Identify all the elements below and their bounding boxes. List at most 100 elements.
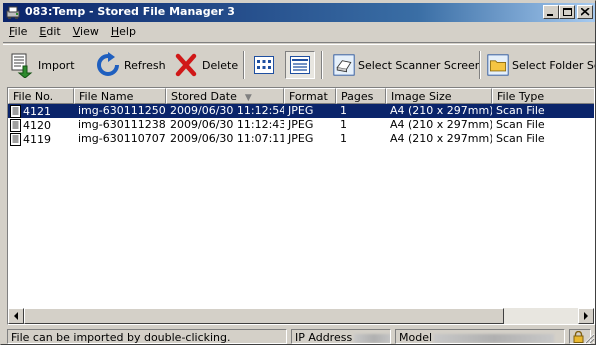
stored-date-cell: 2009/06/30 11:12:54 [170, 104, 284, 117]
file-name-cell: img-630111250 [78, 104, 166, 117]
file-no-text: 4120 [23, 118, 51, 132]
refresh-button[interactable]: Refresh [95, 50, 166, 80]
model-value-redacted [434, 333, 555, 343]
maximize-icon [563, 8, 572, 16]
menu-help-label: Help [110, 25, 136, 38]
stored-date-cell: 2009/06/30 11:07:11 [170, 132, 284, 145]
toolbar-separator [321, 51, 323, 79]
file-name-cell: img-630110707 [78, 132, 166, 145]
scanner-app-icon[interactable] [6, 5, 21, 20]
image-size-cell: A4 (210 x 297mm) [390, 132, 492, 145]
file-no-cell: 4119 [8, 132, 74, 146]
column-header-format[interactable]: Format [284, 88, 336, 104]
scroll-right-button[interactable] [578, 308, 594, 324]
column-header-image-size[interactable]: Image Size [386, 88, 492, 104]
import-icon [11, 53, 33, 78]
document-icon [10, 104, 21, 118]
select-folder-screen-button[interactable]: Select Folder Scre [487, 50, 595, 80]
column-header-file-no[interactable]: File No. [8, 88, 74, 104]
details-view-button[interactable] [285, 51, 315, 79]
file-no-cell: 4120 [8, 118, 74, 132]
status-message: File can be imported by double-clicking. [7, 329, 287, 344]
toolbar: Import Refresh Delete Select Scanner Scr… [3, 42, 595, 84]
column-header-file-name[interactable]: File Name [74, 88, 166, 104]
icon-view-button[interactable] [249, 51, 279, 79]
menu-file[interactable]: File [3, 23, 33, 41]
status-model: Model [395, 329, 565, 344]
list-rows: 4121 img-630111250 2009/06/30 11:12:54 J… [8, 104, 594, 146]
details-view-icon [290, 56, 310, 74]
menu-file-label: File [9, 25, 28, 38]
table-row[interactable]: 4120 img-630111238 2009/06/30 11:12:43 J… [8, 118, 594, 132]
pages-cell: 1 [340, 132, 347, 145]
menu-help[interactable]: Help [105, 23, 142, 41]
toolbar-separator [243, 51, 245, 79]
menu-bar: File Edit View Help [3, 23, 595, 41]
pages-cell: 1 [340, 118, 347, 131]
toolbar-separator [479, 51, 481, 79]
model-label: Model [399, 331, 433, 344]
delete-icon [175, 53, 197, 77]
file-list[interactable]: File No. File Name Stored Date ▼ Format P… [7, 87, 595, 325]
column-label: Pages [341, 90, 374, 103]
column-header-file-type[interactable]: File Type [492, 88, 594, 104]
image-size-cell: A4 (210 x 297mm) [390, 118, 492, 131]
column-header-stored-date[interactable]: Stored Date ▼ [166, 88, 284, 104]
resize-grip-icon[interactable] [583, 332, 595, 344]
file-type-cell: Scan File [496, 132, 545, 145]
column-header-pages[interactable]: Pages [336, 88, 386, 104]
document-icon [10, 118, 21, 132]
format-cell: JPEG [288, 132, 314, 145]
ip-address-label: IP Address [295, 331, 353, 344]
main-window: 083:Temp - Stored File Manager 3 File Ed… [0, 0, 596, 345]
column-label: File No. [13, 90, 54, 103]
format-cell: JPEG [288, 118, 314, 131]
window-title: 083:Temp - Stored File Manager 3 [25, 5, 235, 18]
menu-edit-label: Edit [39, 25, 61, 38]
select-folder-screen-label: Select Folder Scre [512, 58, 595, 72]
import-button[interactable]: Import [9, 50, 75, 80]
folder-icon [487, 54, 509, 76]
scanner-icon [333, 54, 355, 76]
arrow-right-icon [584, 312, 588, 320]
list-header: File No. File Name Stored Date ▼ Format P… [8, 88, 594, 104]
column-label: File Name [79, 90, 134, 103]
icon-view-icon [254, 56, 274, 74]
import-label: Import [38, 58, 75, 72]
image-size-cell: A4 (210 x 297mm) [390, 104, 492, 117]
column-label: File Type [497, 90, 545, 103]
menu-edit[interactable]: Edit [33, 23, 66, 41]
refresh-icon [97, 52, 119, 76]
column-label: Format [289, 90, 328, 103]
status-ip-address: IP Address [291, 329, 391, 344]
select-scanner-screen-button[interactable]: Select Scanner Screen [333, 50, 482, 80]
table-row[interactable]: 4121 img-630111250 2009/06/30 11:12:54 J… [8, 104, 594, 118]
ip-address-value-redacted [354, 333, 390, 343]
maximize-button[interactable] [559, 5, 575, 19]
delete-button[interactable]: Delete [173, 50, 238, 80]
refresh-label: Refresh [124, 58, 166, 72]
table-row[interactable]: 4119 img-630110707 2009/06/30 11:07:11 J… [8, 132, 594, 146]
stored-date-cell: 2009/06/30 11:12:43 [170, 118, 284, 131]
column-label: Image Size [391, 90, 452, 103]
minimize-icon [547, 14, 553, 16]
close-button[interactable] [577, 5, 593, 19]
scrollbar-thumb[interactable] [24, 308, 504, 324]
file-no-cell: 4121 [8, 104, 74, 118]
file-type-cell: Scan File [496, 118, 545, 131]
menu-view[interactable]: View [67, 23, 105, 41]
minimize-button[interactable] [543, 5, 559, 19]
menu-view-label: View [72, 25, 99, 38]
sort-descending-icon: ▼ [244, 93, 252, 103]
status-bar: File can be imported by double-clicking.… [3, 328, 595, 344]
title-bar[interactable]: 083:Temp - Stored File Manager 3 [3, 3, 595, 22]
status-message-text: File can be imported by double-clicking. [11, 331, 231, 344]
format-cell: JPEG [288, 104, 314, 117]
horizontal-scrollbar[interactable] [8, 308, 594, 324]
scroll-left-button[interactable] [8, 308, 24, 324]
column-label: Stored Date [171, 90, 237, 103]
file-no-text: 4119 [23, 132, 51, 146]
delete-label: Delete [202, 58, 239, 72]
document-icon [10, 132, 21, 146]
file-type-cell: Scan File [496, 104, 545, 117]
